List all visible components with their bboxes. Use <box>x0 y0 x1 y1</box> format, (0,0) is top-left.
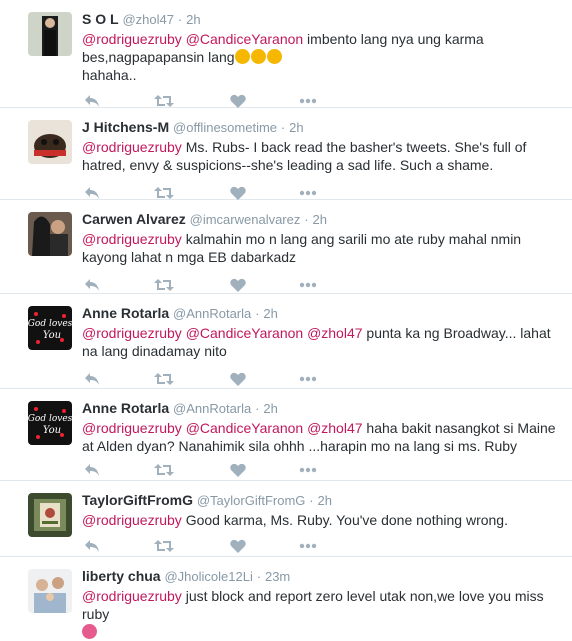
display-name[interactable]: TaylorGiftFromG <box>82 492 193 508</box>
avatar[interactable]: God loves You <box>28 401 72 445</box>
timestamp[interactable]: 2h <box>313 212 327 227</box>
separator-dot: · <box>256 569 262 584</box>
tweet[interactable]: Carwen Alvarez @imcarwenalvarez · 2h @ro… <box>0 200 572 294</box>
mention-link[interactable]: @rodriguezruby <box>82 139 182 155</box>
mention-link[interactable]: @CandiceYaranon <box>186 325 303 341</box>
more-options-icon[interactable] <box>298 537 318 555</box>
separator-dot: · <box>304 212 309 227</box>
display-name[interactable]: Anne Rotarla <box>82 400 169 416</box>
retweet-icon[interactable] <box>154 461 174 479</box>
mention-link[interactable]: @CandiceYaranon <box>186 420 303 436</box>
display-name[interactable]: S O L <box>82 11 119 27</box>
tweet[interactable]: J Hitchens-M @offlinesometime · 2h @rodr… <box>0 108 572 200</box>
tweet-text: @rodriguezruby @CandiceYaranon @zhol47 h… <box>82 419 562 455</box>
timestamp[interactable]: 2h <box>318 493 332 508</box>
avatar-text: God loves <box>28 414 72 424</box>
avatar[interactable]: God loves You <box>28 306 72 350</box>
mention-link[interactable]: @rodriguezruby <box>82 231 182 247</box>
user-handle[interactable]: @imcarwenalvarez <box>190 212 301 227</box>
mention-link[interactable]: @zhol47 <box>307 420 362 436</box>
retweet-icon[interactable] <box>154 537 174 555</box>
user-handle[interactable]: @zhol47 <box>122 12 174 27</box>
avatar[interactable] <box>28 493 72 537</box>
tweet[interactable]: TaylorGiftFromG @TaylorGiftFromG · 2h @r… <box>0 481 572 557</box>
separator-dot: · <box>280 120 286 135</box>
tweet-text: @rodriguezruby @CandiceYaranon @zhol47 p… <box>82 324 562 360</box>
reply-icon[interactable] <box>82 370 102 388</box>
reply-icon[interactable] <box>82 537 102 555</box>
timestamp[interactable]: 2h <box>263 306 277 321</box>
reply-icon[interactable] <box>82 461 102 479</box>
separator-dot: · <box>255 401 260 416</box>
user-handle[interactable]: @TaylorGiftFromG <box>197 493 306 508</box>
heart-eyes-emoji <box>82 624 97 639</box>
tweet-text: @rodriguezruby just block and report zer… <box>82 587 562 641</box>
display-name[interactable]: liberty chua <box>82 568 161 584</box>
user-handle[interactable]: @AnnRotarla <box>173 401 251 416</box>
like-heart-icon[interactable] <box>228 537 248 555</box>
tweet-body-line2: hahaha.. <box>82 67 137 83</box>
mention-link[interactable]: @rodriguezruby <box>82 512 182 528</box>
tweet[interactable]: God loves You Anne Rotarla @AnnRotarla ·… <box>0 294 572 389</box>
separator-dot: · <box>309 493 314 508</box>
more-options-icon[interactable] <box>298 276 318 294</box>
like-heart-icon[interactable] <box>228 461 248 479</box>
timestamp[interactable]: 23m <box>265 569 290 584</box>
mention-link[interactable]: @rodriguezruby <box>82 31 182 47</box>
avatar[interactable] <box>28 212 72 256</box>
display-name[interactable]: J Hitchens-M <box>82 119 169 135</box>
tweet-text: @rodriguezruby Good karma, Ms. Ruby. You… <box>82 511 562 529</box>
avatar[interactable] <box>28 569 72 613</box>
user-handle[interactable]: @AnnRotarla <box>173 306 251 321</box>
avatar-text: You <box>43 330 61 341</box>
more-options-icon[interactable] <box>298 370 318 388</box>
tweet-actions <box>82 537 562 559</box>
mention-link[interactable]: @CandiceYaranon <box>186 31 303 47</box>
reply-icon[interactable] <box>82 276 102 294</box>
tweet-actions <box>82 461 562 483</box>
sad-face-emoji <box>266 49 282 64</box>
tweet[interactable]: God loves You Anne Rotarla @AnnRotarla ·… <box>0 389 572 481</box>
avatar[interactable] <box>28 120 72 164</box>
display-name[interactable]: Carwen Alvarez <box>82 211 186 227</box>
tweet[interactable]: S O L @zhol47 · 2h @rodriguezruby @Candi… <box>0 0 572 108</box>
sad-face-emoji <box>250 49 266 64</box>
tweet-feed: S O L @zhol47 · 2h @rodriguezruby @Candi… <box>0 0 572 639</box>
timestamp[interactable]: 2h <box>289 120 303 135</box>
tweet-text: @rodriguezruby @CandiceYaranon imbento l… <box>82 30 562 84</box>
avatar-text: You <box>43 425 61 436</box>
retweet-icon[interactable] <box>154 276 174 294</box>
sad-face-emoji <box>234 49 250 64</box>
mention-link[interactable]: @rodriguezruby <box>82 420 182 436</box>
mention-link[interactable]: @rodriguezruby <box>82 588 182 604</box>
timestamp[interactable]: 2h <box>263 401 277 416</box>
display-name[interactable]: Anne Rotarla <box>82 305 169 321</box>
more-options-icon[interactable] <box>298 461 318 479</box>
mention-link[interactable]: @rodriguezruby <box>82 325 182 341</box>
timestamp[interactable]: 2h <box>186 12 200 27</box>
tweet-text: @rodriguezruby Ms. Rubs- I back read the… <box>82 138 562 174</box>
like-heart-icon[interactable] <box>228 276 248 294</box>
user-handle[interactable]: @offlinesometime <box>173 120 277 135</box>
avatar-text: God loves <box>28 319 72 329</box>
tweet[interactable]: liberty chua @Jholicole12Li · 23m @rodri… <box>0 557 572 639</box>
mention-link[interactable]: @zhol47 <box>307 325 362 341</box>
separator-dot: · <box>255 306 260 321</box>
tweet-body: Good karma, Ms. Ruby. You've done nothin… <box>181 512 508 528</box>
avatar[interactable] <box>28 12 72 56</box>
tweet-text: @rodriguezruby kalmahin mo n lang ang sa… <box>82 230 562 266</box>
like-heart-icon[interactable] <box>228 370 248 388</box>
retweet-icon[interactable] <box>154 370 174 388</box>
separator-dot: · <box>177 12 183 27</box>
user-handle[interactable]: @Jholicole12Li <box>164 569 252 584</box>
